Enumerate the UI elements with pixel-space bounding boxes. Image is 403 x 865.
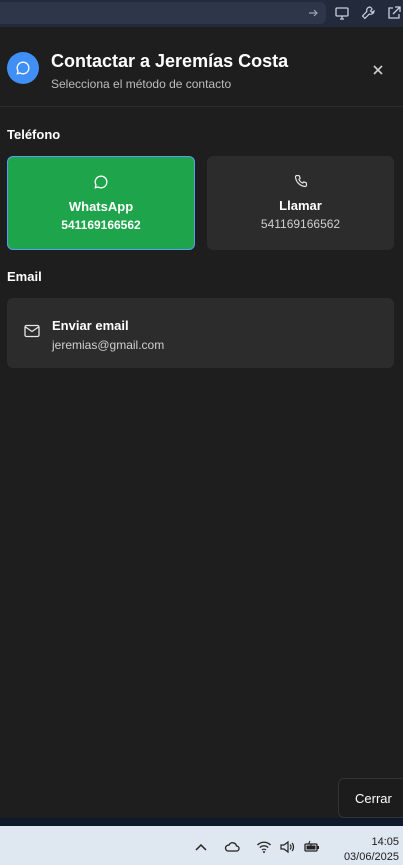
arrow-right-icon[interactable] [306, 6, 320, 20]
taskbar: 14:05 03/06/2025 [0, 826, 403, 865]
battery-icon[interactable] [304, 840, 320, 854]
cloud-icon[interactable] [224, 840, 240, 854]
browser-toolbar [0, 0, 403, 27]
address-bar[interactable] [0, 2, 326, 24]
call-option[interactable]: Llamar 541169166562 [207, 156, 394, 250]
window-bottom-edge [0, 818, 403, 826]
wrench-icon[interactable] [360, 5, 376, 21]
clock-time: 14:05 [371, 836, 399, 848]
call-label: Llamar [279, 198, 322, 213]
close-icon[interactable] [372, 64, 384, 76]
chat-bubble-icon [7, 52, 39, 84]
chevron-up-icon[interactable] [193, 840, 209, 854]
monitor-icon[interactable] [334, 5, 350, 21]
clock-date: 03/06/2025 [343, 851, 399, 863]
close-button[interactable] [368, 60, 388, 80]
email-option-title: Enviar email [52, 318, 129, 333]
external-link-icon[interactable] [386, 5, 402, 21]
email-address: jeremias@gmail.com [52, 338, 165, 352]
call-number: 541169166562 [260, 217, 341, 231]
mail-icon [24, 324, 40, 338]
whatsapp-option[interactable]: WhatsApp 541169166562 [7, 156, 195, 250]
dialog-header: Contactar a Jeremías Costa Selecciona el… [0, 27, 403, 107]
dialog-title: Contactar a Jeremías Costa [51, 51, 289, 71]
contact-dialog: Contactar a Jeremías Costa Selecciona el… [0, 27, 403, 818]
volume-icon[interactable] [279, 840, 295, 854]
whatsapp-label: WhatsApp [68, 199, 134, 214]
dialog-subtitle: Selecciona el método de contacto [51, 77, 232, 91]
email-option[interactable]: Enviar email jeremias@gmail.com [7, 298, 394, 368]
phone-section-label: Teléfono [7, 127, 61, 142]
phone-icon [294, 174, 307, 188]
whatsapp-icon [94, 175, 108, 189]
cerrar-button[interactable]: Cerrar [338, 778, 403, 818]
whatsapp-number: 541169166562 [61, 218, 141, 232]
email-section-label: Email [7, 269, 42, 284]
system-clock[interactable]: 14:05 03/06/2025 [344, 835, 399, 865]
wifi-icon[interactable] [256, 840, 272, 854]
